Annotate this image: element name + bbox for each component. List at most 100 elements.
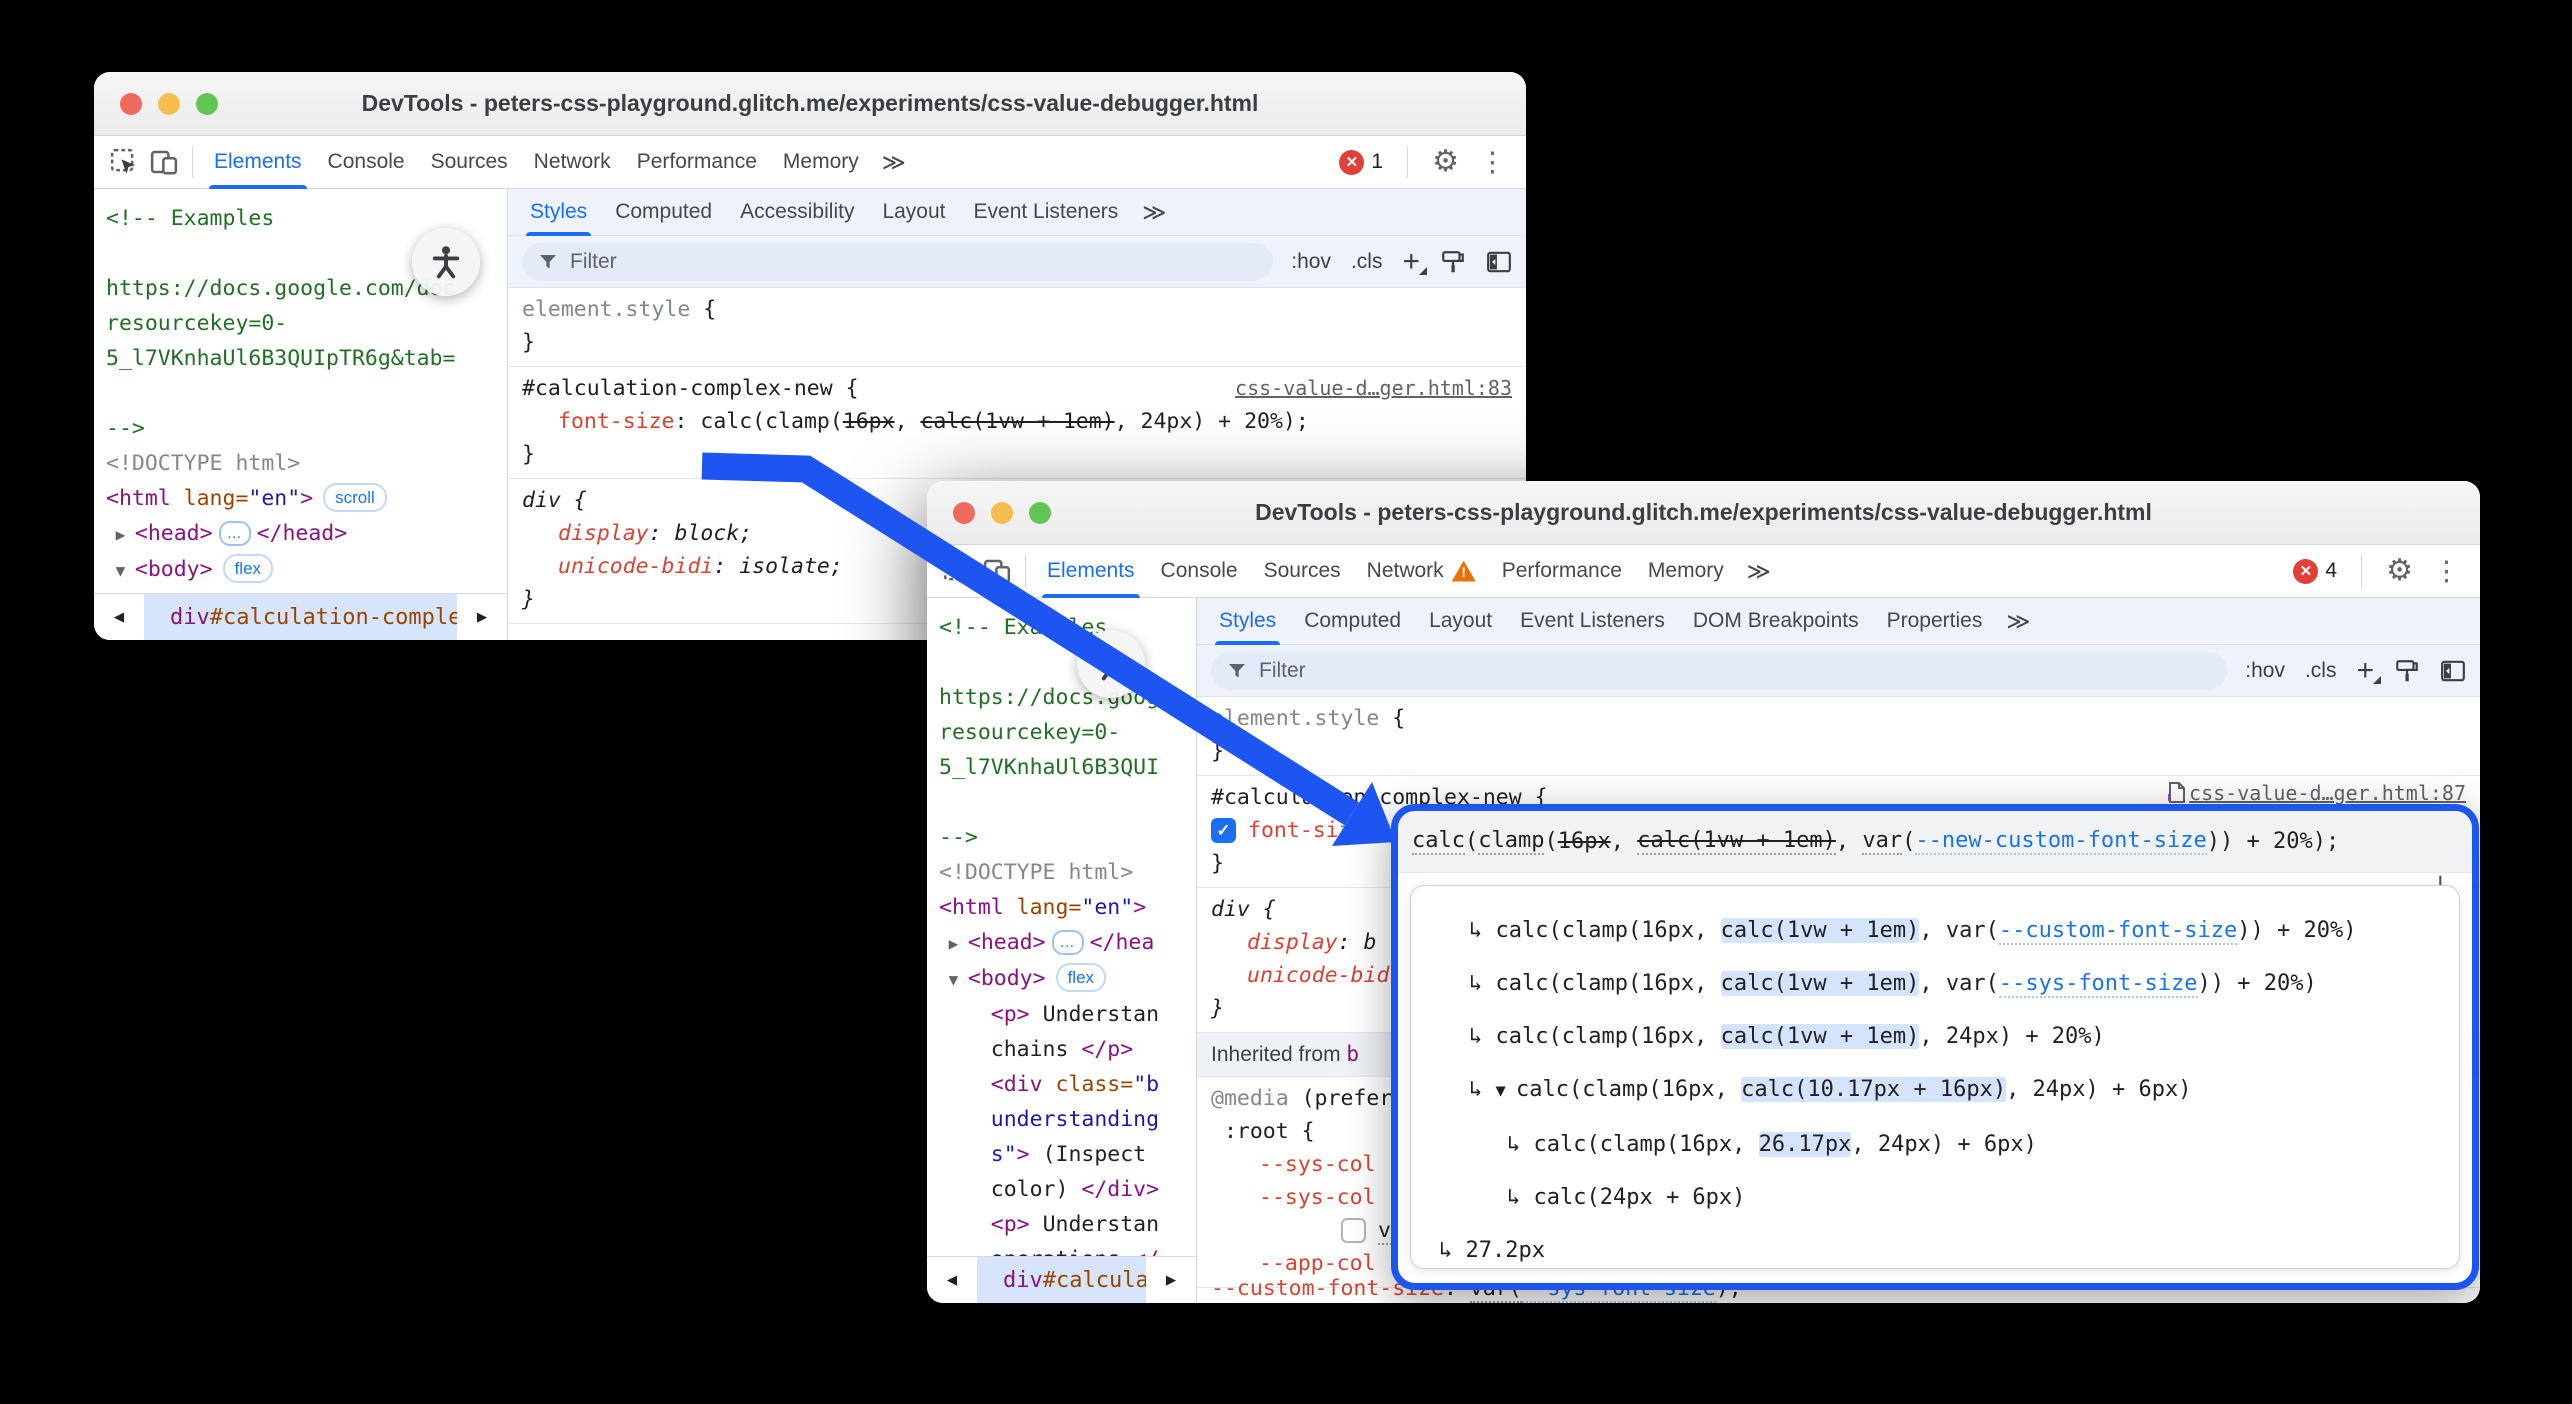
subtab-computed[interactable]: Computed xyxy=(1290,598,1415,645)
dom-tree-line[interactable]: <!DOCTYPE html> xyxy=(927,855,1196,890)
selector-line[interactable]: element.style { xyxy=(522,293,1512,326)
subtab-accessibility[interactable]: Accessibility xyxy=(726,189,868,236)
dom-tree-line-body[interactable]: ▼ <body>flex xyxy=(927,961,1196,997)
dom-tree-line-html[interactable]: <html lang="en">scroll xyxy=(94,481,507,516)
close-button[interactable] xyxy=(953,502,975,524)
trace-step[interactable]: ↳ calc(clamp(16px, calc(1vw + 1em), var(… xyxy=(1435,957,2459,1010)
toggle-hov-button[interactable]: :hov xyxy=(1291,250,1331,274)
tab-sources[interactable]: Sources xyxy=(1251,545,1354,598)
toggle-cls-button[interactable]: .cls xyxy=(1351,250,1383,274)
subtab-dom-breakpoints[interactable]: DOM Breakpoints xyxy=(1679,598,1873,645)
dom-tree-line-head[interactable]: ▶ <head>…</hea xyxy=(927,925,1196,961)
tab-memory[interactable]: Memory xyxy=(770,136,872,189)
more-tabs-icon[interactable]: ≫ xyxy=(872,149,916,176)
dom-tree-line[interactable] xyxy=(927,645,1196,680)
dock-side-icon[interactable] xyxy=(1486,249,1512,275)
dom-tree-line[interactable]: resourcekey=0- xyxy=(94,306,507,341)
filter-input[interactable]: Filter xyxy=(522,243,1273,281)
stylesheet-link[interactable]: css-value-d…ger.html:87 xyxy=(2167,781,2466,805)
trace-step[interactable]: ↳ calc(clamp(16px, calc(1vw + 1em), 24px… xyxy=(1435,1010,2459,1063)
selector-line[interactable]: element.style { xyxy=(1211,702,2466,735)
zoom-button[interactable] xyxy=(196,93,218,115)
subtab-computed[interactable]: Computed xyxy=(601,189,726,236)
trace-step[interactable]: ↳ calc(clamp(16px, calc(1vw + 1em), var(… xyxy=(1435,904,2459,957)
minimize-button[interactable] xyxy=(991,502,1013,524)
breadcrumb-prev-button[interactable]: ◀ xyxy=(927,1257,977,1303)
property-checkbox[interactable] xyxy=(1341,1218,1366,1243)
dom-tree-line[interactable]: <!-- Examples xyxy=(927,610,1196,645)
dom-tree-line-head[interactable]: ▶ <head>…</head> xyxy=(94,516,507,552)
dom-tree-line[interactable]: <!DOCTYPE html> xyxy=(94,446,507,481)
minimize-button[interactable] xyxy=(158,93,180,115)
font-size-value-line[interactable]: calc(clamp(16px, calc(1vw + 1em), var(--… xyxy=(1398,811,2472,873)
dom-tree-line-html[interactable]: <html lang="en"> xyxy=(927,890,1196,925)
dom-tree-line[interactable]: resourcekey=0- xyxy=(927,715,1196,750)
trace-step-expandable[interactable]: ↳ ▼ calc(clamp(16px, calc(10.17px + 16px… xyxy=(1435,1063,2459,1118)
close-button[interactable] xyxy=(120,93,142,115)
dom-tree-line[interactable]: operations </ xyxy=(927,1242,1196,1256)
kebab-menu-icon[interactable]: ⋮ xyxy=(1475,149,1510,176)
tab-network[interactable]: Network xyxy=(521,136,624,189)
dom-tree-line[interactable] xyxy=(94,376,507,411)
subtab-styles[interactable]: Styles xyxy=(1205,598,1290,645)
subtab-styles[interactable]: Styles xyxy=(516,189,601,236)
subtab-layout[interactable]: Layout xyxy=(868,189,959,236)
tab-console[interactable]: Console xyxy=(1148,545,1251,598)
selector-line[interactable]: #calculation-complex-new { xyxy=(522,372,859,405)
rendering-brush-icon[interactable] xyxy=(1440,249,1466,275)
toggle-cls-button[interactable]: .cls xyxy=(2305,659,2337,683)
dom-tree-line[interactable]: chains </p> xyxy=(927,1032,1196,1067)
dom-tree-line[interactable]: --> xyxy=(927,820,1196,855)
dom-tree-line[interactable]: <p> Understan xyxy=(927,1207,1196,1242)
dom-tree-line[interactable] xyxy=(927,785,1196,820)
dom-tree-line[interactable]: --> xyxy=(94,411,507,446)
subtab-layout[interactable]: Layout xyxy=(1415,598,1506,645)
tab-performance[interactable]: Performance xyxy=(624,136,770,189)
dom-tree-line[interactable]: https://docs.goog xyxy=(927,680,1196,715)
breadcrumb[interactable]: div#calculat xyxy=(977,1257,1146,1303)
stylesheet-link[interactable]: css-value-d…ger.html:83 xyxy=(1235,376,1512,400)
more-tabs-icon[interactable]: ≫ xyxy=(1132,199,1176,226)
breadcrumb-next-button[interactable]: ▶ xyxy=(1146,1257,1196,1303)
breadcrumb[interactable]: div#calculation-comple xyxy=(144,594,457,640)
rendering-brush-icon[interactable] xyxy=(2394,658,2420,684)
new-style-rule-icon[interactable]: + xyxy=(2356,656,2374,686)
breadcrumb-next-button[interactable]: ▶ xyxy=(457,594,507,640)
dom-tree-line[interactable]: s"> (Inspect xyxy=(927,1137,1196,1172)
trace-step[interactable]: ↳ calc(24px + 6px) xyxy=(1435,1171,2459,1224)
dom-tree-line-body[interactable]: ▼ <body>flex xyxy=(94,552,507,588)
zoom-button[interactable] xyxy=(1029,502,1051,524)
inspect-icon[interactable] xyxy=(104,142,144,182)
gear-icon[interactable]: ⚙ xyxy=(1432,147,1459,177)
dock-side-icon[interactable] xyxy=(2440,658,2466,684)
font-size-checkbox[interactable] xyxy=(1211,818,1236,843)
tab-memory[interactable]: Memory xyxy=(1635,545,1737,598)
trace-result[interactable]: ↳ 27.2px xyxy=(1435,1224,2459,1269)
subtab-properties[interactable]: Properties xyxy=(1873,598,1997,645)
more-tabs-icon[interactable]: ≫ xyxy=(1737,558,1781,585)
font-size-declaration[interactable]: font-size: calc(clamp(16px, calc(1vw + 1… xyxy=(522,405,1512,438)
dom-tree-line[interactable]: <div class="b xyxy=(927,1067,1196,1102)
tab-elements[interactable]: Elements xyxy=(201,136,315,189)
accessibility-icon[interactable] xyxy=(1077,630,1145,698)
more-tabs-icon[interactable]: ≫ xyxy=(1996,608,2040,635)
device-toolbar-icon[interactable] xyxy=(977,551,1017,591)
tab-elements[interactable]: Elements xyxy=(1034,545,1148,598)
filter-input[interactable]: Filter xyxy=(1211,652,2227,690)
tab-network[interactable]: Network ! xyxy=(1354,545,1489,598)
inspect-icon[interactable] xyxy=(937,551,977,591)
breadcrumb-prev-button[interactable]: ◀ xyxy=(94,594,144,640)
tab-sources[interactable]: Sources xyxy=(418,136,521,189)
kebab-menu-icon[interactable]: ⋮ xyxy=(2429,558,2464,585)
trace-step[interactable]: ↳ calc(clamp(16px, 26.17px, 24px) + 6px) xyxy=(1435,1118,2459,1171)
tab-performance[interactable]: Performance xyxy=(1489,545,1635,598)
error-badge[interactable]: 1 xyxy=(1339,150,1383,175)
dom-tree-line[interactable]: color) </div> xyxy=(927,1172,1196,1207)
tab-console[interactable]: Console xyxy=(315,136,418,189)
dom-tree-line[interactable]: understanding xyxy=(927,1102,1196,1137)
subtab-event-listeners[interactable]: Event Listeners xyxy=(960,189,1133,236)
dom-tree-line[interactable]: 5_l7VKnhaUl6B3QUIpTR6g&tab= xyxy=(94,341,507,376)
gear-icon[interactable]: ⚙ xyxy=(2386,556,2413,586)
accessibility-icon[interactable] xyxy=(412,228,480,296)
new-style-rule-icon[interactable]: + xyxy=(1402,247,1420,277)
